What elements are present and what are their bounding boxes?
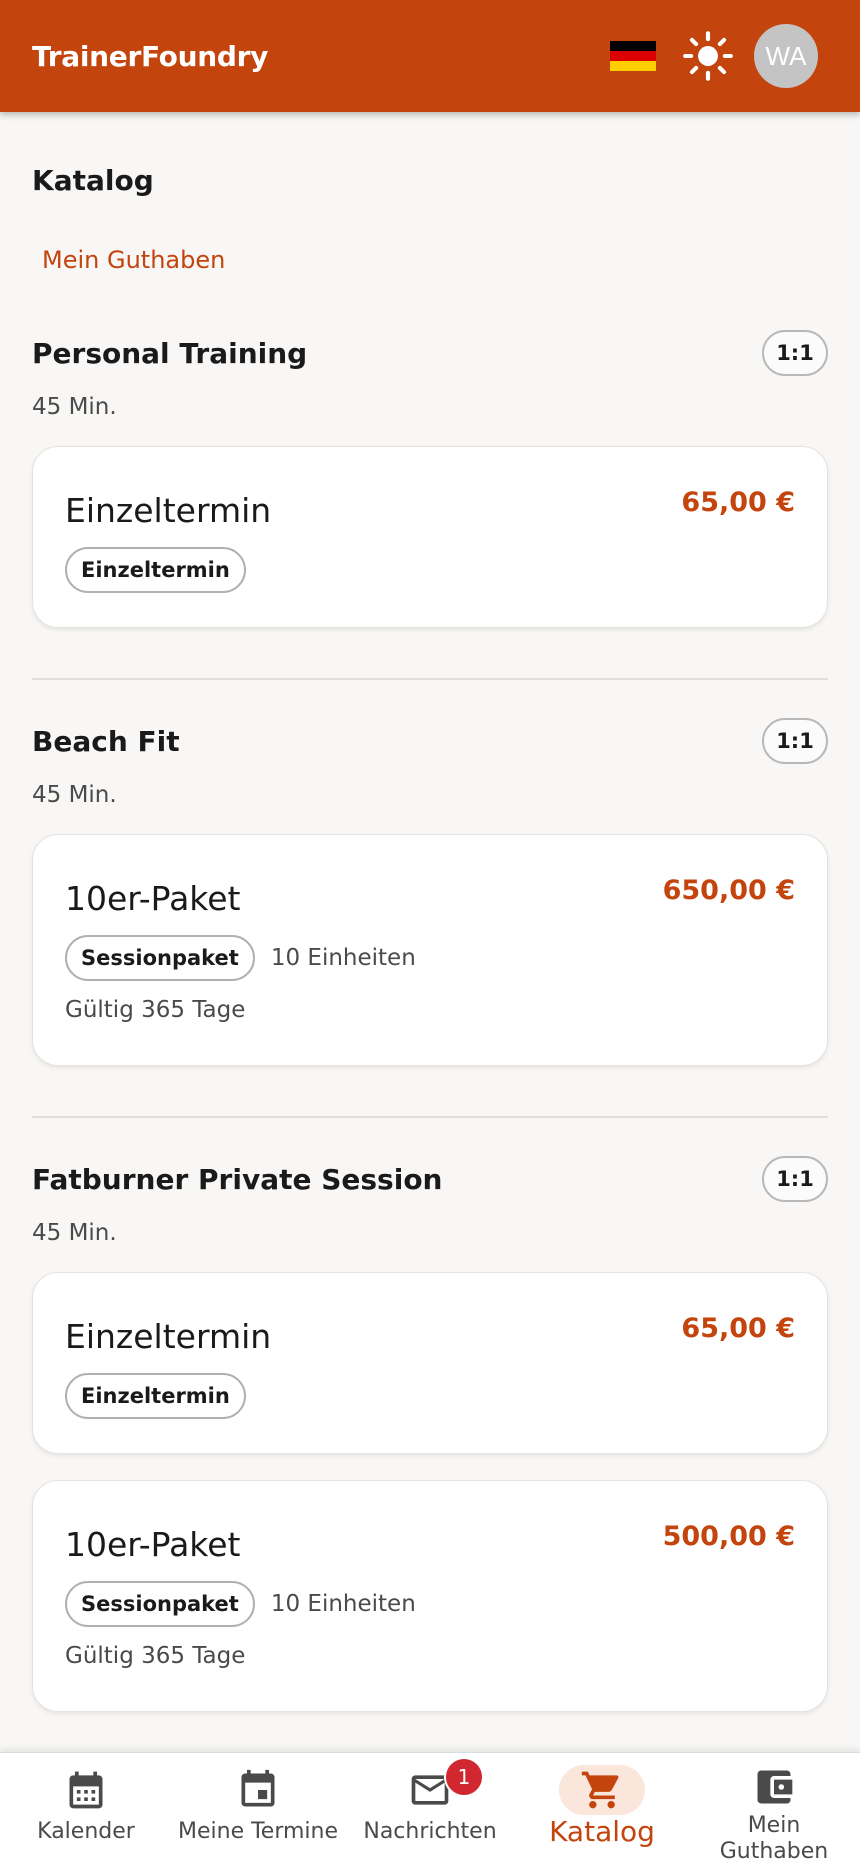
wallet-icon (757, 1770, 793, 1804)
nav-item-my-credit[interactable]: Mein Guthaben (688, 1753, 860, 1864)
event-icon (241, 1769, 275, 1807)
service-name: Beach Fit (32, 724, 180, 758)
sun-icon[interactable] (682, 30, 734, 82)
ratio-chip: 1:1 (762, 330, 828, 376)
offer-price: 65,00 € (681, 1313, 795, 1344)
unread-badge: 1 (444, 1757, 484, 1797)
ratio-chip: 1:1 (762, 1156, 828, 1202)
offer-tags: Einzeltermin (65, 1373, 246, 1419)
nav-icon-container (43, 1765, 129, 1815)
offer-card[interactable]: 10er-Paket 650,00 € Sessionpaket 10 Einh… (32, 834, 828, 1066)
nav-label: Kalender (37, 1819, 135, 1844)
app-actions: WA (610, 24, 818, 88)
divider (32, 1116, 828, 1118)
nav-label: Meine Termine (178, 1819, 339, 1844)
offer-units: 10 Einheiten (270, 945, 416, 971)
page-title: Katalog (32, 164, 154, 197)
nav-item-my-appointments[interactable]: Meine Termine (172, 1753, 344, 1864)
calendar-icon (69, 1771, 103, 1809)
service-header: Personal Training 1:1 (32, 330, 828, 376)
service-duration: 45 Min. (32, 394, 117, 420)
service-header: Fatburner Private Session 1:1 (32, 1156, 828, 1202)
offer-title: Einzeltermin (65, 1317, 272, 1356)
app-title[interactable]: TrainerFoundry (32, 40, 268, 73)
offer-price: 650,00 € (662, 875, 795, 906)
offer-card[interactable]: 10er-Paket 500,00 € Sessionpaket 10 Einh… (32, 1480, 828, 1712)
offer-validity: Gültig 365 Tage (65, 1643, 246, 1669)
offer-type-tag: Sessionpaket (65, 935, 255, 981)
cart-icon (581, 1771, 619, 1809)
service-duration: 45 Min. (32, 782, 117, 808)
offer-tags: Sessionpaket 10 Einheiten (65, 935, 416, 981)
offer-card[interactable]: Einzeltermin 65,00 € Einzeltermin (32, 1272, 828, 1454)
service-name: Personal Training (32, 336, 308, 370)
offer-title: 10er-Paket (65, 1525, 241, 1564)
offer-card[interactable]: Einzeltermin 65,00 € Einzeltermin (32, 446, 828, 628)
nav-label: Mein Guthaben (719, 1813, 829, 1864)
service-header: Beach Fit 1:1 (32, 718, 828, 764)
nav-icon-container (215, 1765, 301, 1815)
nav-item-catalog[interactable]: Katalog (516, 1753, 688, 1864)
offer-title: 10er-Paket (65, 879, 241, 918)
ratio-chip: 1:1 (762, 718, 828, 764)
nav-label: Katalog (549, 1815, 655, 1848)
offer-title: Einzeltermin (65, 491, 272, 530)
bottom-navigation: Kalender Meine Termine 1 Nachrichten Kat… (0, 1752, 860, 1864)
german-flag-icon[interactable] (610, 41, 656, 71)
nav-label: Nachrichten (363, 1819, 497, 1844)
service-duration: 45 Min. (32, 1220, 117, 1246)
offer-validity: Gültig 365 Tage (65, 997, 246, 1023)
offer-type-tag: Einzeltermin (65, 1373, 246, 1419)
nav-item-calendar[interactable]: Kalender (0, 1753, 172, 1864)
offer-price: 500,00 € (662, 1521, 795, 1552)
offer-price: 65,00 € (681, 487, 795, 518)
offer-tags: Einzeltermin (65, 547, 246, 593)
my-credit-link[interactable]: Mein Guthaben (42, 246, 225, 274)
nav-icon-container (559, 1765, 645, 1815)
app-bar: TrainerFoundry WA (0, 0, 860, 112)
offer-tags: Sessionpaket 10 Einheiten (65, 1581, 416, 1627)
nav-icon-container (731, 1765, 817, 1809)
nav-item-messages[interactable]: 1 Nachrichten (344, 1753, 516, 1864)
offer-type-tag: Einzeltermin (65, 547, 246, 593)
divider (32, 678, 828, 680)
avatar[interactable]: WA (754, 24, 818, 88)
service-name: Fatburner Private Session (32, 1162, 443, 1196)
offer-type-tag: Sessionpaket (65, 1581, 255, 1627)
offer-units: 10 Einheiten (270, 1591, 416, 1617)
